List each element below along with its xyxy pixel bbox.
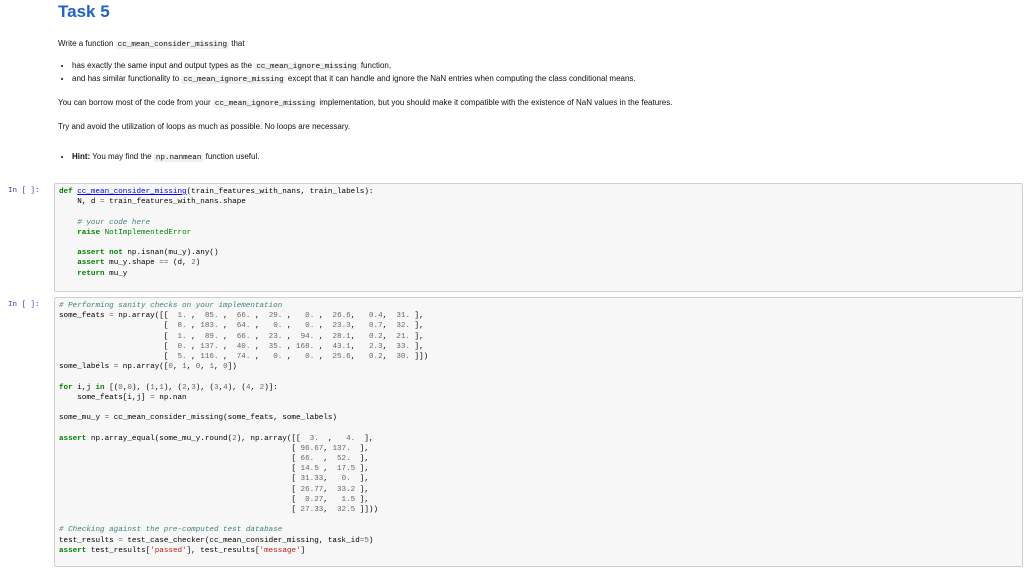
- list-item: and has similar functionality to cc_mean…: [72, 72, 636, 85]
- borrow-code: cc_mean_ignore_missing: [212, 100, 318, 108]
- borrow-paragraph: You can borrow most of the code from you…: [58, 98, 673, 108]
- loops-note: Try and avoid the utilization of loops a…: [58, 122, 351, 131]
- intro-prefix: Write a function: [58, 39, 116, 48]
- hint-list: Hint: You may find the np.nanmean functi…: [58, 150, 259, 163]
- task-title: Task 5: [58, 2, 110, 21]
- intro-paragraph: Write a function cc_mean_consider_missin…: [58, 39, 245, 49]
- requirements-list: has exactly the same input and output ty…: [58, 59, 636, 85]
- list-item: has exactly the same input and output ty…: [72, 59, 636, 72]
- cell-prompt: In [ ]:: [8, 301, 40, 309]
- code-cell-1[interactable]: def cc_mean_consider_missing(train_featu…: [54, 183, 1023, 292]
- intro-suffix: that: [229, 39, 245, 48]
- cell-prompt: In [ ]:: [8, 187, 40, 195]
- hint-item: Hint: You may find the np.nanmean functi…: [72, 150, 259, 163]
- code-editor[interactable]: # Performing sanity checks on your imple…: [55, 298, 1022, 559]
- intro-fn-code: cc_mean_consider_missing: [115, 41, 230, 49]
- code-editor[interactable]: def cc_mean_consider_missing(train_featu…: [55, 184, 1022, 282]
- code-cell-2[interactable]: # Performing sanity checks on your imple…: [54, 297, 1023, 567]
